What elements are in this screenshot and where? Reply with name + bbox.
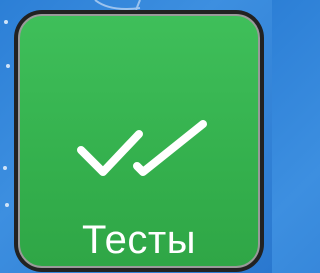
tests-label: Тесты	[81, 218, 196, 262]
double-check-icon	[77, 120, 207, 176]
tests-tile[interactable]: Тесты	[14, 10, 264, 272]
tests-tile-face[interactable]: Тесты	[18, 14, 260, 268]
